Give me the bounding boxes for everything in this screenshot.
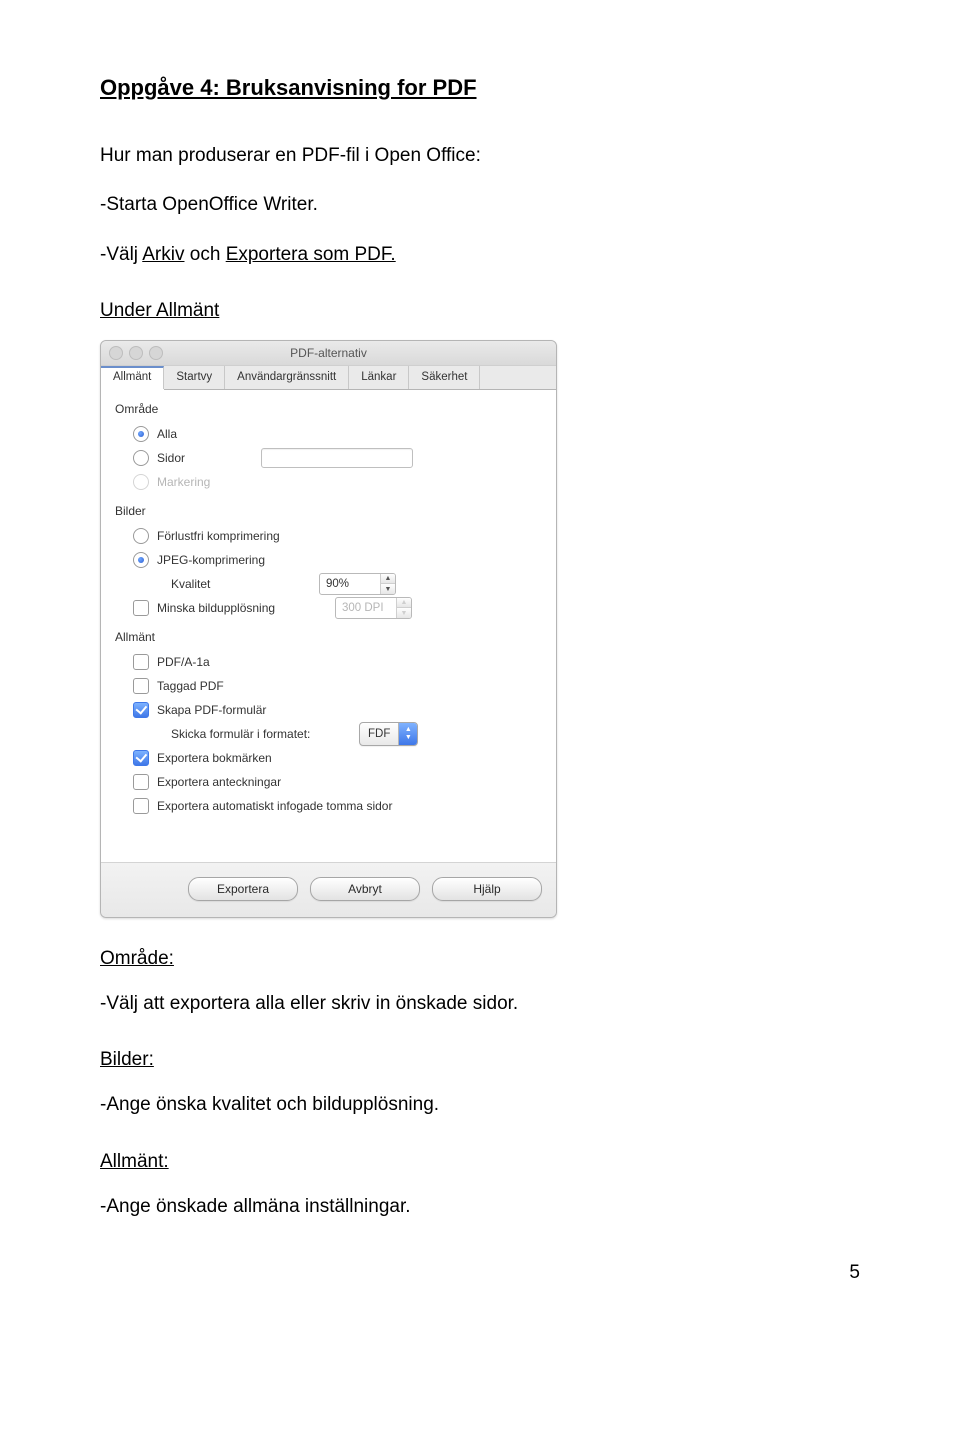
dpi-stepper: 300 DPI ▲ ▼ — [335, 597, 412, 619]
chevron-up-icon[interactable]: ▲ — [381, 574, 395, 584]
text: -Välj — [100, 244, 142, 265]
exportera-bokmarken-label: Exportera bokmärken — [157, 751, 272, 765]
kvalitet-value: 90% — [320, 574, 380, 594]
p-bilder: -Ange önska kvalitet och bildupplösning. — [100, 1090, 860, 1120]
cancel-button[interactable]: Avbryt — [310, 877, 420, 901]
heading-omrade: Område: — [100, 948, 860, 970]
p-omrade: -Välj att exportera alla eller skriv in … — [100, 989, 860, 1019]
intro-line-1: Hur man produserar en PDF-fil i Open Off… — [100, 141, 860, 171]
pdf-options-dialog-screenshot: PDF-alternativ Allmänt Startvy Användarg… — [100, 340, 860, 918]
pdfa-label: PDF/A-1a — [157, 655, 210, 669]
tab-sakerhet[interactable]: Säkerhet — [409, 366, 480, 389]
checkbox-exportera-anteckningar[interactable] — [133, 774, 149, 790]
radio-jpeg-label: JPEG-komprimering — [157, 553, 265, 567]
heading-bilder: Bilder: — [100, 1049, 860, 1071]
page-number: 5 — [100, 1262, 860, 1284]
checkbox-pdfa[interactable] — [133, 654, 149, 670]
close-icon[interactable] — [109, 346, 123, 360]
sidor-input[interactable] — [261, 448, 413, 468]
window-titlebar: PDF-alternativ — [101, 341, 556, 366]
text: och — [184, 244, 225, 265]
menu-path-arkiv: Arkiv — [142, 244, 184, 265]
kvalitet-stepper[interactable]: 90% ▲ ▼ — [319, 573, 396, 595]
exportera-anteckningar-label: Exportera anteckningar — [157, 775, 281, 789]
heading-allmant: Allmänt: — [100, 1151, 860, 1173]
group-label-bilder: Bilder — [115, 504, 542, 518]
menu-path-export-pdf: Exportera som PDF. — [226, 244, 396, 265]
traffic-lights — [109, 346, 163, 360]
minska-upplosning-label: Minska bildupplösning — [157, 601, 327, 615]
taggad-pdf-label: Taggad PDF — [157, 679, 224, 693]
radio-sidor-label: Sidor — [157, 451, 185, 465]
doc-title: Oppgåve 4: Bruksanvisning for PDF — [100, 75, 860, 101]
intro-line-2: -Starta OpenOffice Writer. — [100, 190, 860, 220]
window-title: PDF-alternativ — [101, 341, 556, 365]
skapa-formular-label: Skapa PDF-formulär — [157, 703, 266, 717]
radio-markering — [133, 474, 149, 490]
group-label-omrade: Område — [115, 402, 542, 416]
radio-alla-label: Alla — [157, 427, 177, 441]
help-button[interactable]: Hjälp — [432, 877, 542, 901]
radio-alla[interactable] — [133, 426, 149, 442]
exportera-tomma-sidor-label: Exportera automatiskt infogade tomma sid… — [157, 799, 392, 813]
checkbox-exportera-tomma-sidor[interactable] — [133, 798, 149, 814]
dpi-value: 300 DPI — [336, 598, 396, 618]
export-button[interactable]: Exportera — [188, 877, 298, 901]
checkbox-minska-upplosning[interactable] — [133, 600, 149, 616]
intro-line-3: -Välj Arkiv och Exportera som PDF. — [100, 240, 860, 270]
chevron-up-icon: ▲ — [397, 598, 411, 608]
minimize-icon[interactable] — [129, 346, 143, 360]
formular-format-label: Skicka formulär i formatet: — [171, 727, 351, 741]
tab-bar: Allmänt Startvy Användargränssnitt Länka… — [101, 366, 556, 390]
kvalitet-label: Kvalitet — [171, 577, 311, 591]
p-allmant: -Ange önskade allmäna inställningar. — [100, 1192, 860, 1222]
tab-lankar[interactable]: Länkar — [349, 366, 409, 389]
chevron-down-icon: ▼ — [397, 607, 411, 618]
radio-sidor[interactable] — [133, 450, 149, 466]
checkbox-skapa-formular[interactable] — [133, 702, 149, 718]
heading-under-allmant: Under Allmänt — [100, 300, 860, 322]
zoom-icon[interactable] — [149, 346, 163, 360]
radio-markering-label: Markering — [157, 475, 210, 489]
group-label-allmant: Allmänt — [115, 630, 542, 644]
checkbox-taggad-pdf[interactable] — [133, 678, 149, 694]
radio-lossless[interactable] — [133, 528, 149, 544]
formular-format-select[interactable]: FDF ▲▼ — [359, 722, 418, 746]
updown-icon: ▲▼ — [398, 723, 417, 745]
tab-allmant[interactable]: Allmänt — [101, 366, 164, 389]
chevron-down-icon[interactable]: ▼ — [381, 583, 395, 594]
tab-startvy[interactable]: Startvy — [164, 366, 225, 389]
radio-jpeg[interactable] — [133, 552, 149, 568]
radio-lossless-label: Förlustfri komprimering — [157, 529, 280, 543]
checkbox-exportera-bokmarken[interactable] — [133, 750, 149, 766]
formular-format-value: FDF — [360, 728, 398, 740]
tab-anvandargranssnitt[interactable]: Användargränssnitt — [225, 366, 349, 389]
